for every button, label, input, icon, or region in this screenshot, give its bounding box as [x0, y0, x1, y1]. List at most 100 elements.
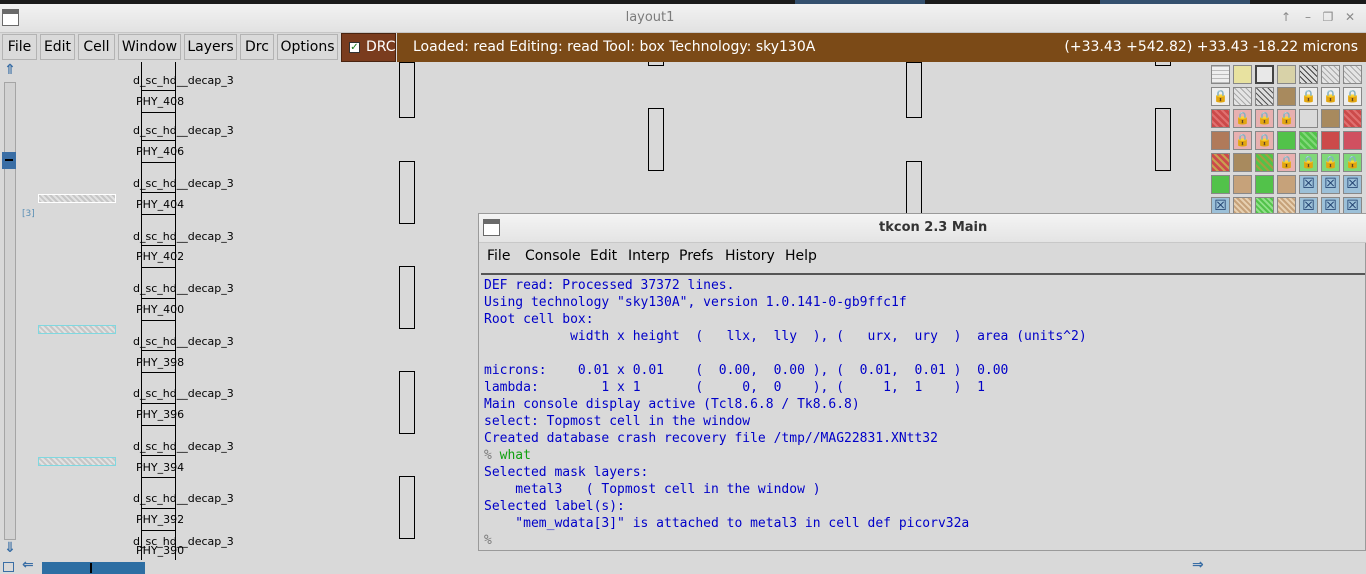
- layer-swatch[interactable]: [1211, 65, 1230, 84]
- tkcon-titlebar: tkcon 2.3 Main: [479, 214, 1366, 243]
- menu-edit[interactable]: Edit: [40, 34, 75, 60]
- drc-toggle[interactable]: ✓ DRC: [341, 33, 396, 62]
- layer-swatch[interactable]: [1233, 87, 1252, 106]
- lock-icon[interactable]: 🔒: [1277, 109, 1296, 128]
- layer-swatch[interactable]: [1233, 65, 1252, 84]
- lock-icon[interactable]: 🔒: [1211, 87, 1230, 106]
- layer-swatch[interactable]: [1321, 65, 1340, 84]
- tkcon-window-menu-icon[interactable]: [483, 219, 500, 236]
- tkcon-menu-console[interactable]: Console: [525, 248, 581, 264]
- layer-swatch[interactable]: [1321, 109, 1340, 128]
- layer-swatch[interactable]: [1233, 153, 1252, 172]
- drc-checkbox[interactable]: ✓: [349, 42, 360, 53]
- cell-label: PHY_390: [136, 544, 185, 557]
- tkcon-title: tkcon 2.3 Main: [879, 220, 988, 235]
- menubar: File Edit Cell Window Layers Drc Options…: [0, 33, 1366, 62]
- tkcon-menu-interp[interactable]: Interp: [628, 248, 670, 264]
- layer-swatch[interactable]: [1343, 109, 1362, 128]
- layer-swatch[interactable]: [1299, 131, 1318, 150]
- layout-rect: [906, 161, 922, 217]
- layer-swatch[interactable]: [1211, 109, 1230, 128]
- menu-file[interactable]: File: [2, 34, 37, 60]
- cell-label: PHY_392: [136, 513, 185, 526]
- layer-swatch[interactable]: [1321, 131, 1340, 150]
- contact-icon[interactable]: ☒: [1343, 175, 1362, 194]
- layer-swatch[interactable]: [1255, 197, 1274, 214]
- lock-icon[interactable]: 🔒: [1277, 153, 1296, 172]
- console-line: Created database crash recovery file /tm…: [484, 431, 938, 446]
- layer-swatch[interactable]: [1255, 65, 1274, 84]
- cell-label: PHY_402: [136, 250, 185, 263]
- tkcon-menu-history[interactable]: History: [725, 248, 775, 264]
- menu-layers[interactable]: Layers: [184, 34, 237, 60]
- layer-swatch[interactable]: [1255, 175, 1274, 194]
- console-command-line: % what: [484, 448, 531, 463]
- vertical-scrollbar[interactable]: ⇑ ⇓: [0, 62, 20, 560]
- layer-swatch[interactable]: [1211, 175, 1230, 194]
- layer-swatch[interactable]: [1233, 175, 1252, 194]
- horizontal-scroll-thumb[interactable]: [42, 562, 145, 574]
- keep-above-button[interactable]: ↑: [1276, 10, 1296, 26]
- contact-icon[interactable]: ☒: [1211, 197, 1230, 214]
- cell-label: d_sc_hd__decap_3: [133, 124, 234, 137]
- layer-swatch[interactable]: [1299, 109, 1318, 128]
- lock-icon[interactable]: 🔒: [1299, 153, 1318, 172]
- menu-drc[interactable]: Drc: [240, 34, 274, 60]
- scroll-left-arrow-icon[interactable]: ⇐: [22, 557, 34, 573]
- layer-swatch[interactable]: [1277, 87, 1296, 106]
- console-line: Selected mask layers:: [484, 465, 649, 480]
- lock-icon[interactable]: 🔒: [1321, 87, 1340, 106]
- close-button[interactable]: ✕: [1340, 10, 1360, 26]
- scroll-down-arrow-icon[interactable]: ⇓: [4, 540, 16, 556]
- console-line: metal3 ( Topmost cell in the window ): [484, 482, 821, 497]
- horizontal-scrollbar[interactable]: ⇐ ⇒: [0, 557, 1210, 574]
- layer-swatch[interactable]: [1277, 131, 1296, 150]
- console-prompt[interactable]: %: [484, 532, 1365, 549]
- lock-icon[interactable]: 🔒: [1233, 131, 1252, 150]
- console-output[interactable]: DEF read: Processed 37372 lines. Using te…: [481, 273, 1365, 550]
- cell-label: PHY_400: [136, 303, 185, 316]
- contact-icon[interactable]: ☒: [1299, 175, 1318, 194]
- contact-icon[interactable]: ☒: [1321, 197, 1340, 214]
- layer-swatch[interactable]: [1343, 131, 1362, 150]
- menu-cell[interactable]: Cell: [78, 34, 115, 60]
- maximize-button[interactable]: ❐: [1318, 10, 1338, 26]
- scroll-up-arrow-icon[interactable]: ⇑: [4, 62, 16, 78]
- console-line: Main console display active (Tcl8.6.8 / …: [484, 397, 860, 412]
- lock-icon[interactable]: 🔒: [1255, 109, 1274, 128]
- contact-icon[interactable]: ☒: [1299, 197, 1318, 214]
- layer-swatch[interactable]: [1255, 87, 1274, 106]
- contact-icon[interactable]: ☒: [1321, 175, 1340, 194]
- tkcon-menu-edit[interactable]: Edit: [590, 248, 617, 264]
- layer-swatch[interactable]: [1211, 153, 1230, 172]
- layout-rect: [399, 476, 415, 539]
- layer-swatch[interactable]: [1277, 65, 1296, 84]
- lock-icon[interactable]: 🔒: [1299, 87, 1318, 106]
- layer-swatch[interactable]: [1255, 153, 1274, 172]
- console-line: select: Topmost cell in the window: [484, 414, 751, 429]
- lock-icon[interactable]: 🔒: [1343, 87, 1362, 106]
- scroll-track[interactable]: [2, 82, 16, 540]
- layout-rect: [1155, 108, 1171, 171]
- lock-icon[interactable]: 🔒: [1255, 131, 1274, 150]
- layer-swatch[interactable]: [1277, 197, 1296, 214]
- scroll-thumb[interactable]: [2, 152, 16, 169]
- menu-options[interactable]: Options: [277, 34, 338, 60]
- layer-swatch[interactable]: [1233, 197, 1252, 214]
- layer-swatch[interactable]: [1299, 65, 1318, 84]
- contact-icon[interactable]: ☒: [1343, 197, 1362, 214]
- layer-swatch[interactable]: [1277, 175, 1296, 194]
- lock-icon[interactable]: 🔒: [1321, 153, 1340, 172]
- layer-swatch[interactable]: [1343, 65, 1362, 84]
- menu-window[interactable]: Window: [118, 34, 181, 60]
- lock-icon[interactable]: 🔒: [1343, 153, 1362, 172]
- scroll-right-arrow-icon[interactable]: ⇒: [1192, 557, 1204, 573]
- lock-icon[interactable]: 🔒: [1233, 109, 1252, 128]
- minimize-button[interactable]: –: [1298, 10, 1318, 26]
- tkcon-menu-prefs[interactable]: Prefs: [679, 248, 713, 264]
- layout-rect: [399, 371, 415, 434]
- tkcon-menu-file[interactable]: File: [487, 248, 510, 264]
- layer-swatch[interactable]: [1211, 131, 1230, 150]
- zoom-box-icon[interactable]: [3, 562, 14, 572]
- tkcon-menu-help[interactable]: Help: [785, 248, 817, 264]
